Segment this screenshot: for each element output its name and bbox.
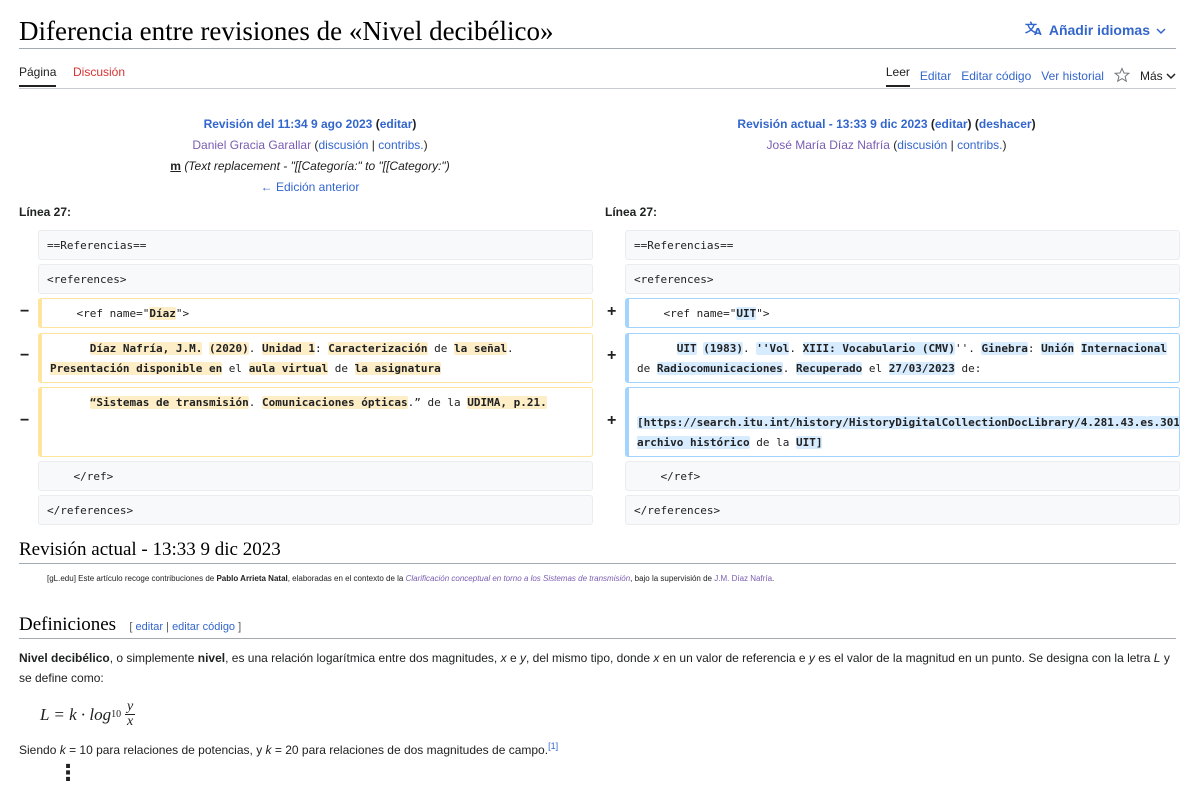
right-line-number: Línea 27: bbox=[605, 205, 658, 219]
section-title: Definiciones bbox=[19, 614, 117, 635]
deletion-marker: − bbox=[20, 347, 30, 364]
tab-edit[interactable]: Editar bbox=[920, 69, 951, 83]
credit-supervisor-link[interactable]: J.M. Díaz Nafría bbox=[714, 574, 772, 583]
section-edit-code-link[interactable]: editar código bbox=[172, 621, 235, 633]
deletion-marker: − bbox=[20, 303, 30, 320]
diff-context-right: ==Referencias== bbox=[625, 230, 1180, 260]
diff-context-left: </references> bbox=[38, 495, 593, 525]
diff-deleted-line: “Sistemas de transmisión. Comunicaciones… bbox=[38, 387, 593, 457]
diff-added-line: [https://search.itu.int/history/HistoryD… bbox=[625, 387, 1180, 457]
diff-added-line: <ref name="UIT"> bbox=[625, 298, 1180, 328]
left-edit-link[interactable]: editar bbox=[380, 117, 413, 131]
section-heading-definiciones: Definiciones [ editar | editar código ] bbox=[19, 614, 1176, 639]
more-label: Más bbox=[1139, 69, 1163, 83]
diff-context-right: </references> bbox=[625, 495, 1180, 525]
right-revision-title[interactable]: Revisión actual - 13:33 9 dic 2023 bbox=[737, 117, 927, 131]
diff-deleted-line: Díaz Nafría, J.M. (2020). Unidad 1: Cara… bbox=[38, 333, 593, 383]
addition-marker: + bbox=[607, 412, 617, 429]
more-menu[interactable]: Más bbox=[1140, 69, 1176, 83]
chevron-down-icon bbox=[1156, 22, 1166, 38]
right-undo-link[interactable]: deshacer bbox=[979, 117, 1032, 131]
edit-summary: (Text replacement - "[[Categoría:" to "[… bbox=[184, 159, 450, 173]
star-icon[interactable] bbox=[1113, 66, 1131, 86]
previous-edit-link[interactable]: ← Edición anterior bbox=[261, 180, 360, 194]
credit-author: Pablo Arrieta Natal bbox=[216, 574, 288, 583]
section-edit-links: [ editar | editar código ] bbox=[129, 621, 242, 633]
credit-note: [gL.edu] Este artículo recoge contribuci… bbox=[47, 574, 775, 583]
addition-marker: + bbox=[607, 347, 617, 364]
chevron-down-icon bbox=[1166, 69, 1176, 83]
diff-context-right: <references> bbox=[625, 264, 1180, 294]
right-user-link[interactable]: José María Díaz Nafría bbox=[767, 138, 890, 152]
left-line-number: Línea 27: bbox=[19, 205, 72, 219]
left-talk-link[interactable]: discusión bbox=[318, 138, 368, 152]
formula: L = k · log 10 y x bbox=[40, 699, 136, 729]
definition-paragraph: Nivel decibélico, o simplemente nivel, e… bbox=[19, 651, 1170, 685]
page-title: Diferencia entre revisiones de «Nivel de… bbox=[19, 16, 554, 46]
tabs-row: Página Discusión Leer Editar Editar códi… bbox=[19, 60, 1176, 88]
current-revision-heading: Revisión actual - 13:33 9 dic 2023 bbox=[19, 537, 1176, 564]
page-actions: Leer Editar Editar código Ver historial … bbox=[885, 65, 1176, 87]
left-user-link[interactable]: Daniel Gracia Garallar bbox=[192, 138, 311, 152]
tab-history[interactable]: Ver historial bbox=[1041, 69, 1104, 83]
left-contribs-link[interactable]: contribs. bbox=[378, 138, 423, 152]
tab-read[interactable]: Leer bbox=[885, 65, 910, 87]
svg-text:A: A bbox=[1034, 27, 1042, 36]
right-contribs-link[interactable]: contribs. bbox=[957, 138, 1002, 152]
left-revision-title[interactable]: Revisión del 11:34 9 ago 2023 bbox=[204, 117, 373, 131]
diff-context-right: </ref> bbox=[625, 461, 1180, 491]
diff-context-left: <references> bbox=[38, 264, 593, 294]
title-row: Diferencia entre revisiones de «Nivel de… bbox=[19, 14, 1176, 49]
tab-page[interactable]: Página bbox=[19, 65, 57, 87]
diff-context-left: </ref> bbox=[38, 461, 593, 491]
left-revision-header: Revisión del 11:34 9 ago 2023 (editar) D… bbox=[170, 117, 450, 194]
addition-marker: + bbox=[607, 303, 617, 320]
add-languages-button[interactable]: 文A Añadir idiomas bbox=[1025, 20, 1166, 39]
tabs-divider bbox=[19, 88, 1176, 89]
tab-talk[interactable]: Discusión bbox=[73, 65, 125, 79]
add-languages-label: Añadir idiomas bbox=[1048, 21, 1150, 38]
right-edit-link[interactable]: editar bbox=[935, 117, 968, 131]
right-talk-link[interactable]: discusión bbox=[897, 138, 947, 152]
translate-icon: 文A bbox=[1025, 20, 1043, 39]
diff-deleted-line: <ref name="Díaz"> bbox=[38, 298, 593, 328]
diff-added-line: UIT (1983). ''Vol. XIII: Vocabulario (CM… bbox=[625, 333, 1180, 383]
diff-context-left: ==Referencias== bbox=[38, 230, 593, 260]
constants-paragraph: Siendo k = 10 para relaciones de potenci… bbox=[19, 741, 559, 757]
minor-edit-badge: m bbox=[170, 159, 181, 173]
more-content-icon: ⋮ bbox=[57, 760, 79, 785]
section-edit-link[interactable]: editar bbox=[136, 621, 164, 633]
tab-edit-code[interactable]: Editar código bbox=[961, 69, 1031, 83]
deletion-marker: − bbox=[20, 412, 30, 429]
credit-project-link[interactable]: Clarificación conceptual en torno a los … bbox=[406, 574, 631, 583]
reference-link[interactable]: [1] bbox=[548, 741, 558, 751]
right-revision-header: Revisión actual - 13:33 9 dic 2023 (edit… bbox=[737, 117, 1036, 152]
